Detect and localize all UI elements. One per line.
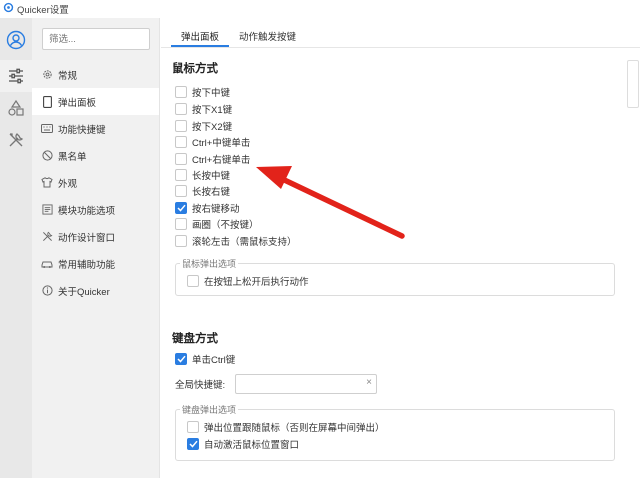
- shapes-icon[interactable]: [0, 92, 32, 124]
- checkbox[interactable]: [175, 136, 187, 148]
- sidebar: 常规 弹出面板 功能快捷键 黑名单 外观 模块功能选项 动作设计窗口 常用辅助功…: [32, 18, 160, 478]
- keyboard-popup-options-group: 键盘弹出选项 弹出位置跟随鼠标（否则在屏幕中间弹出） 自动激活鼠标位置窗口: [175, 403, 615, 461]
- global-hotkey-input[interactable]: ×: [235, 374, 377, 394]
- option-x2-click[interactable]: 按下X2键: [175, 118, 232, 134]
- checkbox[interactable]: [175, 185, 187, 197]
- sidebar-item-assist-functions[interactable]: 常用辅助功能: [32, 250, 159, 277]
- option-follow-mouse[interactable]: 弹出位置跟随鼠标（否则在屏幕中间弹出）: [187, 419, 385, 435]
- sidebar-item-label: 黑名单: [58, 151, 87, 163]
- option-label: 按右键移动: [192, 204, 240, 215]
- filter-input[interactable]: [42, 28, 150, 50]
- option-label: 在按钮上松开后执行动作: [204, 277, 309, 288]
- checkbox[interactable]: [187, 421, 199, 433]
- sidebar-item-label: 模块功能选项: [58, 205, 116, 217]
- checkbox[interactable]: [175, 169, 187, 181]
- checkbox[interactable]: [187, 275, 199, 287]
- sidebar-item-popup-panel[interactable]: 弹出面板: [32, 88, 159, 115]
- sidebar-item-label: 关于Quicker: [58, 286, 110, 298]
- hotkey-label: 全局快捷键:: [175, 380, 226, 391]
- shirt-icon: [41, 177, 53, 189]
- option-label: 长按中键: [192, 171, 231, 182]
- window-title: Quicker设置: [17, 5, 69, 16]
- sidebar-item-label: 功能快捷键: [58, 124, 106, 136]
- tab-popup-panel[interactable]: 弹出面板: [171, 25, 230, 47]
- tools-icon[interactable]: [0, 124, 32, 156]
- scrollbar-thumb[interactable]: [627, 60, 639, 108]
- sidebar-item-about[interactable]: 关于Quicker: [32, 277, 159, 304]
- sidebar-item-action-design[interactable]: 动作设计窗口: [32, 223, 159, 250]
- option-wheel-left[interactable]: 滚轮左击（需鼠标支持）: [175, 233, 297, 249]
- main-content: 弹出面板 动作触发按键 鼠标方式 按下中键 按下X1键 按下X2键 Ctrl+中…: [161, 18, 640, 478]
- module-icon: [41, 204, 53, 216]
- mouse-popup-options-group: 鼠标弹出选项 在按钮上松开后执行动作: [175, 257, 615, 296]
- option-label: Ctrl+右键单击: [192, 155, 251, 166]
- block-icon: [41, 150, 53, 162]
- option-activate-window[interactable]: 自动激活鼠标位置窗口: [187, 436, 299, 452]
- option-ctrl-right-click[interactable]: Ctrl+右键单击: [175, 151, 250, 167]
- sidebar-item-label: 常规: [58, 70, 78, 82]
- option-label: 滚轮左击（需鼠标支持）: [192, 237, 297, 248]
- tab-divider: [161, 47, 640, 48]
- option-label: 长按右键: [192, 187, 231, 198]
- sidebar-item-general[interactable]: 常规: [32, 61, 159, 88]
- option-label: 弹出位置跟随鼠标（否则在屏幕中间弹出）: [204, 423, 385, 434]
- checkbox[interactable]: [175, 218, 187, 230]
- checkbox[interactable]: [175, 103, 187, 115]
- icon-rail: [0, 18, 32, 478]
- checkbox[interactable]: [175, 235, 187, 247]
- option-release-on-button[interactable]: 在按钮上松开后执行动作: [187, 273, 309, 289]
- option-label: 按下X1键: [192, 105, 233, 116]
- checkbox-checked[interactable]: [175, 353, 187, 365]
- tab-action-trigger-keys[interactable]: 动作触发按键: [229, 25, 306, 47]
- sliders-icon[interactable]: [0, 60, 32, 92]
- option-draw-circle[interactable]: 画圈（不按键）: [175, 216, 259, 232]
- mouse-section-title: 鼠标方式: [172, 63, 218, 75]
- sidebar-item-label: 外观: [58, 178, 78, 190]
- keyboard-section-title: 键盘方式: [172, 333, 218, 345]
- option-label: 自动激活鼠标位置窗口: [204, 440, 300, 451]
- keyboard-icon: [41, 123, 53, 135]
- tab-bar: 弹出面板 动作触发按键: [171, 25, 306, 49]
- option-long-press-middle[interactable]: 长按中键: [175, 167, 230, 183]
- option-middle-click[interactable]: 按下中键: [175, 84, 230, 100]
- clear-icon[interactable]: ×: [366, 377, 372, 388]
- app-logo-icon: [3, 2, 14, 16]
- option-label: 单击Ctrl键: [192, 355, 236, 366]
- sidebar-item-blacklist[interactable]: 黑名单: [32, 142, 159, 169]
- tools-icon: [41, 231, 53, 243]
- title-bar: Quicker设置: [0, 0, 640, 18]
- option-label: Ctrl+中键单击: [192, 138, 251, 149]
- option-label: 画圈（不按键）: [192, 220, 259, 231]
- group-label: 键盘弹出选项: [180, 403, 239, 416]
- checkbox[interactable]: [175, 86, 187, 98]
- checkbox[interactable]: [175, 120, 187, 132]
- option-label: 按下X2键: [192, 122, 233, 133]
- gear-icon: [41, 69, 53, 81]
- option-ctrl-middle-click[interactable]: Ctrl+中键单击: [175, 134, 250, 150]
- user-icon[interactable]: [0, 24, 32, 56]
- group-label: 鼠标弹出选项: [180, 257, 239, 270]
- sidebar-item-appearance[interactable]: 外观: [32, 169, 159, 196]
- sidebar-item-label: 动作设计窗口: [58, 232, 116, 244]
- panel-icon: [41, 95, 53, 108]
- option-x1-click[interactable]: 按下X1键: [175, 101, 232, 117]
- option-right-drag[interactable]: 按右键移动: [175, 200, 240, 216]
- checkbox-checked[interactable]: [187, 438, 199, 450]
- sidebar-item-label: 弹出面板: [58, 97, 97, 109]
- sidebar-item-label: 常用辅助功能: [58, 259, 116, 271]
- option-long-press-right[interactable]: 长按右键: [175, 183, 230, 199]
- option-single-ctrl[interactable]: 单击Ctrl键: [175, 351, 235, 367]
- info-icon: [41, 285, 53, 297]
- sidebar-item-module-options[interactable]: 模块功能选项: [32, 196, 159, 223]
- checkbox-checked[interactable]: [175, 202, 187, 214]
- checkbox[interactable]: [175, 153, 187, 165]
- sidebar-item-hotkeys[interactable]: 功能快捷键: [32, 115, 159, 142]
- option-label: 按下中键: [192, 88, 231, 99]
- car-icon: [41, 258, 53, 270]
